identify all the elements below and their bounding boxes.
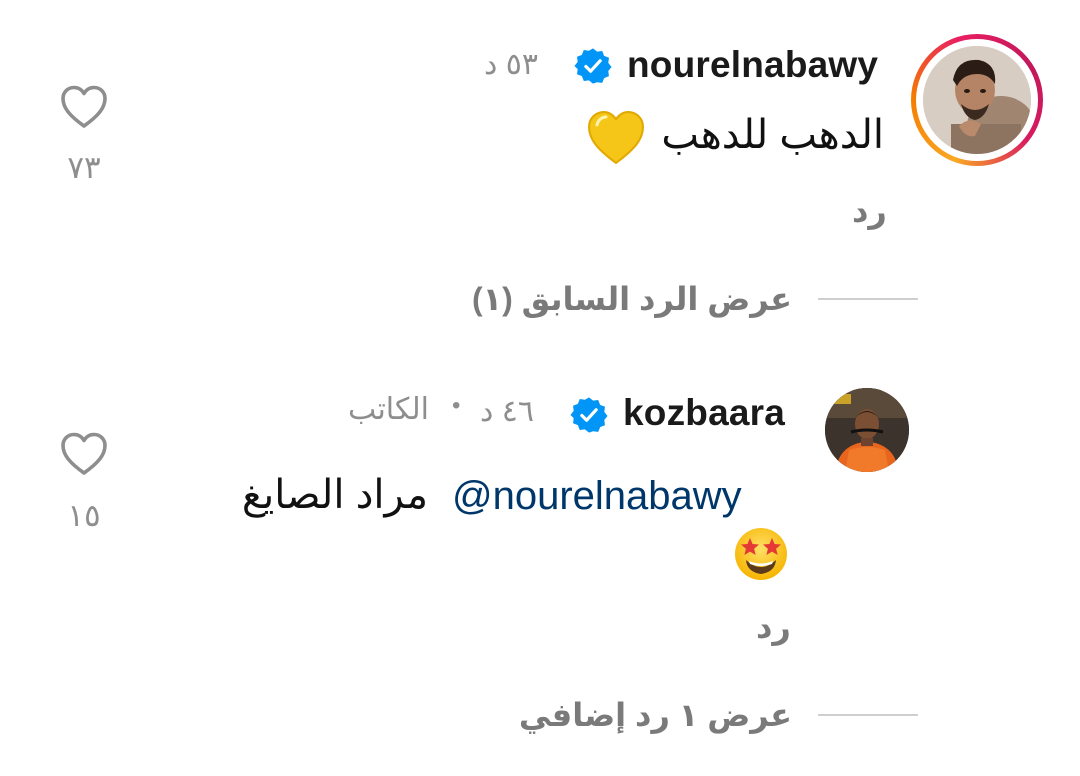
divider bbox=[818, 298, 918, 300]
comment-username[interactable]: kozbaara bbox=[623, 392, 785, 434]
like-count: ١٥ bbox=[67, 498, 101, 533]
comment-username[interactable]: nourelnabawy bbox=[627, 44, 878, 86]
view-more-replies-button[interactable]: عرض ١ رد إضافي bbox=[519, 696, 792, 734]
comment-text: مراد الصايغ bbox=[241, 473, 428, 517]
avatar[interactable] bbox=[825, 388, 909, 472]
comment-text: الدهب للدهب bbox=[661, 113, 884, 157]
divider bbox=[818, 714, 918, 716]
comment-timestamp: ٥٣ د bbox=[484, 48, 538, 81]
comment-timestamp: ٤٦ د bbox=[480, 395, 534, 428]
yellow-heart-emoji bbox=[587, 111, 645, 165]
verified-badge-icon bbox=[574, 47, 612, 85]
meta-separator: • bbox=[452, 392, 461, 419]
reply-button[interactable]: رد bbox=[852, 192, 887, 230]
avatar-story-ring[interactable] bbox=[911, 34, 1043, 166]
view-previous-replies-button[interactable]: عرض الرد السابق (١) bbox=[472, 280, 792, 318]
star-struck-emoji bbox=[733, 526, 789, 582]
like-count: ٧٣ bbox=[67, 150, 101, 185]
like-heart-icon[interactable] bbox=[60, 432, 108, 476]
avatar bbox=[923, 46, 1031, 154]
verified-badge-icon bbox=[570, 396, 608, 434]
author-label: الكاتب bbox=[348, 393, 429, 426]
mention-link[interactable]: @nourelnabawy bbox=[452, 474, 742, 519]
reply-button[interactable]: رد bbox=[756, 608, 791, 646]
like-heart-icon[interactable] bbox=[60, 85, 108, 129]
